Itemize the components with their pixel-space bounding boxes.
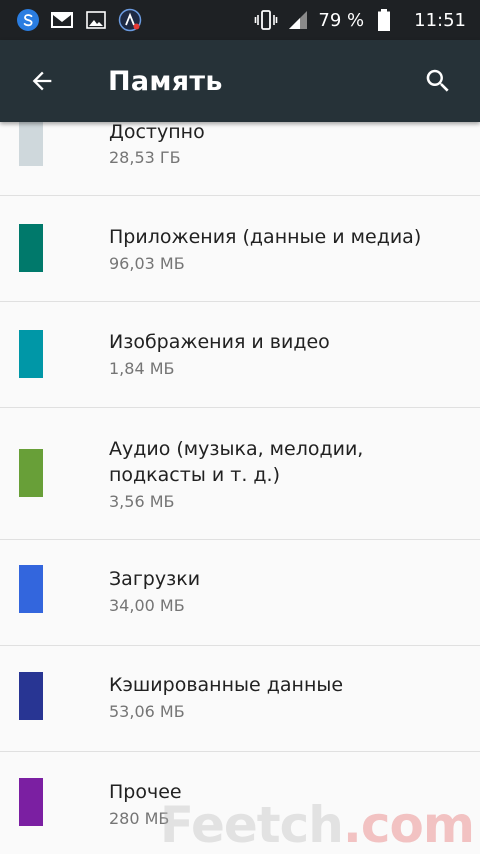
battery-icon: [372, 8, 396, 32]
storage-item-apps[interactable]: Приложения (данные и медиа) 96,03 МБ: [0, 196, 480, 302]
storage-item-available[interactable]: Доступно 28,53 ГБ: [0, 122, 480, 196]
storage-item-downloads[interactable]: Загрузки 34,00 МБ: [0, 540, 480, 646]
color-swatch: [19, 778, 43, 826]
color-swatch: [19, 672, 43, 720]
item-label: Доступно: [109, 122, 205, 143]
battery-percent: 79 %: [318, 9, 365, 31]
item-size: 53,06 МБ: [109, 702, 185, 721]
watermark: Feetch.com: [159, 796, 475, 854]
storage-item-images-video[interactable]: Изображения и видео 1,84 МБ: [0, 302, 480, 408]
back-button[interactable]: [12, 40, 72, 122]
storage-item-cached[interactable]: Кэшированные данные 53,06 МБ: [0, 646, 480, 752]
gallery-icon: [84, 8, 108, 32]
vibrate-icon: [254, 8, 278, 32]
item-size: 3,56 МБ: [109, 492, 175, 511]
clock: 11:51: [414, 9, 466, 31]
color-swatch: [19, 122, 43, 166]
search-icon: [426, 69, 449, 92]
item-label: Приложения (данные и медиа): [109, 226, 422, 248]
color-swatch: [19, 565, 43, 613]
gmail-icon: [50, 8, 74, 32]
search-button[interactable]: [408, 40, 468, 122]
page-title: Память: [108, 65, 223, 97]
color-swatch: [19, 330, 43, 378]
item-size: 28,53 ГБ: [109, 148, 181, 167]
signal-icon: [286, 8, 310, 32]
storage-item-audio[interactable]: Аудио (музыка, мелодии, подкасты и т. д.…: [0, 408, 480, 540]
app-bar: Память: [0, 40, 480, 122]
item-label: Изображения и видео: [109, 331, 330, 353]
item-label: Кэшированные данные: [109, 674, 344, 696]
item-label: Загрузки: [109, 568, 201, 590]
arrow-back-icon: [32, 71, 52, 91]
color-swatch: [19, 224, 43, 272]
item-size: 1,84 МБ: [109, 359, 175, 378]
item-size: 96,03 МБ: [109, 254, 185, 273]
storage-list: Доступно 28,53 ГБ Приложения (данные и м…: [0, 122, 480, 854]
item-label: Аудио (музыка, мелодии, подкасты и т. д.…: [109, 438, 364, 486]
color-swatch: [19, 449, 43, 497]
nav-app-icon: [118, 8, 142, 32]
item-size: 34,00 МБ: [109, 596, 185, 615]
status-bar: 79 % 11:51: [0, 0, 480, 40]
s-app-icon: [16, 8, 40, 32]
